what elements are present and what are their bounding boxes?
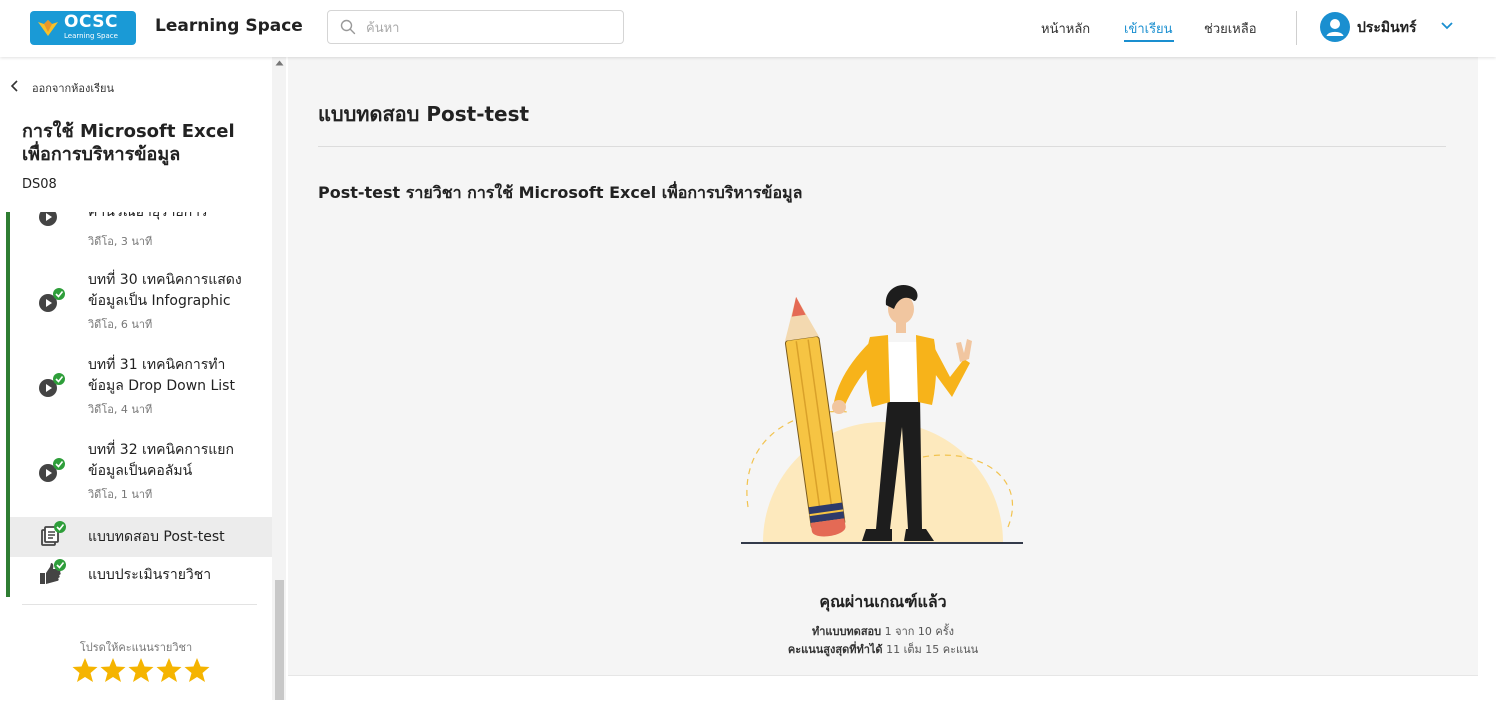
course-code: DS08 [22,177,57,192]
chevron-down-icon[interactable] [1441,22,1453,30]
main-footer-area [288,675,1478,701]
lesson-title: คำนวณอายุรายการ [88,212,208,220]
star-rating[interactable] [72,657,212,685]
score-label: คะแนนสูงสุดที่ทำได้ [787,643,883,656]
right-margin [1478,57,1496,700]
search-input[interactable] [364,16,608,40]
lesson-meta: วิดีโอ, 4 นาที [88,403,153,416]
attempts-line: ทำแบบทดสอบ 1 จาก 10 ครั้ง [288,622,1478,640]
lesson-title: บทที่ 32 เทคนิคการแยก ข้อมูลเป็นคอลัมน์ [88,440,263,482]
quiz-icon [41,521,66,546]
lesson-meta: วิดีโอ, 1 นาที [88,488,153,501]
star-icon [100,658,126,682]
search-box[interactable] [327,10,624,44]
lesson-list: คำนวณอายุรายการ วิดีโอ, 3 นาที บทที่ 30 … [0,212,272,600]
course-title-line2: เพื่อการบริหารข้อมูล [22,144,181,165]
lesson-item[interactable]: บทที่ 32 เทคนิคการแยก ข้อมูลเป็นคอลัมน์ … [10,440,272,510]
result-title: คุณผ่านเกณฑ์แล้ว [819,592,947,611]
lesson-title: บทที่ 30 เทคนิคการแสดง ข้อมูลเป็น Infogr… [88,270,263,312]
lesson-item[interactable]: คำนวณอายุรายการ วิดีโอ, 3 นาที [10,212,272,254]
play-icon [39,373,65,397]
lesson-title-line2: ข้อมูลเป็น Infographic [88,293,231,309]
lesson-title-line1: บทที่ 32 เทคนิคการแยก [88,442,234,458]
nav-divider [1296,11,1297,45]
user-icon [1326,19,1344,36]
thumbs-up-icon [40,559,66,584]
play-icon [39,212,57,226]
score-value: 11 เต็ม 15 คะแนน [886,643,979,656]
leave-classroom-label: ออกจากห้องเรียน [32,82,115,95]
play-icon [39,288,65,312]
scroll-up-icon[interactable] [275,60,284,66]
lesson-item[interactable]: บทที่ 30 เทคนิคการแสดง ข้อมูลเป็น Infogr… [10,270,272,340]
logo-emblem-icon [38,20,58,36]
title-divider [318,146,1446,147]
star-icon [184,658,210,682]
top-header: OCSC Learning Space Learning Space หน้าห… [0,0,1496,57]
user-name[interactable]: ประมินทร์ [1357,17,1416,39]
play-icon [39,458,65,482]
active-nav-indicator [1124,40,1174,42]
star-icon [72,658,98,682]
app-title: Learning Space [155,16,303,36]
sidebar-scrollbar-thumb[interactable] [275,580,284,700]
nav-enroll[interactable]: เข้าเรียน [1124,18,1173,39]
stars-graphic [72,658,210,682]
lesson-item-post-test[interactable]: แบบทดสอบ Post-test [10,517,272,557]
logo-text: OCSC [64,12,118,32]
nav-help[interactable]: ช่วยเหลือ [1204,18,1257,39]
star-icon [156,658,182,682]
user-avatar[interactable] [1320,12,1350,42]
star-icon [128,658,154,682]
score-line: คะแนนสูงสุดที่ทำได้ 11 เต็ม 15 คะแนน [288,640,1478,658]
rating-divider [22,604,257,605]
lesson-item[interactable]: บทที่ 31 เทคนิคการทำ ข้อมูล Drop Down Li… [10,355,272,425]
main-content: แบบทดสอบ Post-test Post-test รายวิชา การ… [288,57,1478,675]
ocsc-logo[interactable]: OCSC Learning Space [30,11,136,45]
lesson-title-line1: บทที่ 30 เทคนิคการแสดง [88,272,242,288]
lesson-title: แบบประเมินรายวิชา [88,567,212,583]
nav-home[interactable]: หน้าหลัก [1041,18,1090,39]
attempts-label: ทำแบบทดสอบ [811,625,882,638]
lesson-title-line2: ข้อมูลเป็นคอลัมน์ [88,463,193,479]
lesson-title: บทที่ 31 เทคนิคการทำ ข้อมูล Drop Down Li… [88,355,263,397]
lesson-title: แบบทดสอบ Post-test [88,529,225,545]
chevron-left-icon [10,80,18,92]
lesson-title-line2: ข้อมูล Drop Down List [88,378,235,394]
course-title-line1: การใช้ Microsoft Excel [22,121,235,142]
student-with-pencil-illustration [741,285,1023,544]
quiz-title: Post-test รายวิชา การใช้ Microsoft Excel… [318,183,803,202]
course-sidebar: ออกจากห้องเรียน การใช้ Microsoft Excel เ… [0,57,272,700]
lesson-meta: วิดีโอ, 6 นาที [88,318,153,331]
rating-label: โปรดให้คะแนนรายวิชา [79,641,193,654]
lesson-meta: วิดีโอ, 3 นาที [88,235,153,248]
logo-subtext: Learning Space [64,32,118,40]
lesson-item-evaluation[interactable]: แบบประเมินรายวิชา [10,557,272,597]
search-icon [340,19,356,35]
lesson-title-line1: บทที่ 31 เทคนิคการทำ [88,357,226,373]
attempts-value: 1 จาก 10 ครั้ง [884,625,955,638]
course-title: การใช้ Microsoft Excel เพื่อการบริหารข้อ… [22,120,262,166]
page-title: แบบทดสอบ Post-test [318,102,530,126]
